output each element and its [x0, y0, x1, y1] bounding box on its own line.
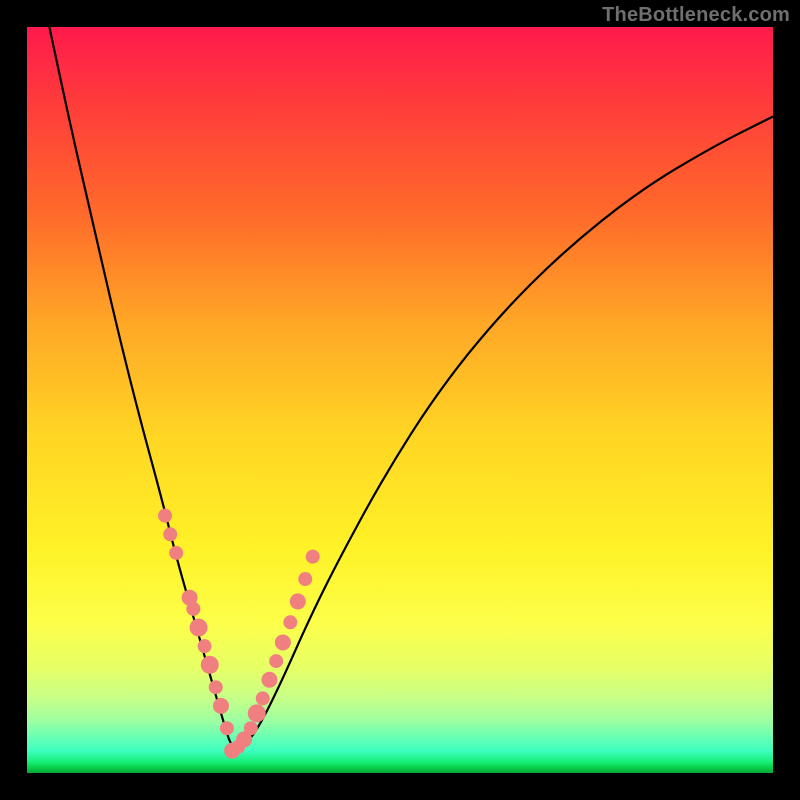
- data-dot: [201, 656, 219, 674]
- data-dot: [306, 550, 320, 564]
- data-dot: [256, 691, 270, 705]
- data-dot: [190, 619, 208, 637]
- bottleneck-curve: [27, 27, 773, 749]
- data-dot: [158, 509, 172, 523]
- data-dot: [244, 721, 258, 735]
- data-dot: [163, 527, 177, 541]
- data-dot: [298, 572, 312, 586]
- data-dot: [290, 593, 306, 609]
- chart-svg: [27, 27, 773, 773]
- data-dot: [283, 615, 297, 629]
- chart-frame: TheBottleneck.com: [0, 0, 800, 800]
- data-dot: [275, 634, 291, 650]
- data-dot: [209, 680, 223, 694]
- data-dot: [248, 704, 266, 722]
- watermark-text: TheBottleneck.com: [602, 4, 790, 27]
- data-dot: [198, 639, 212, 653]
- data-dot: [261, 672, 277, 688]
- data-dot: [169, 546, 183, 560]
- data-dot: [220, 721, 234, 735]
- plot-area: [27, 27, 773, 773]
- data-dot: [186, 602, 200, 616]
- data-dot: [269, 654, 283, 668]
- data-dot: [213, 698, 229, 714]
